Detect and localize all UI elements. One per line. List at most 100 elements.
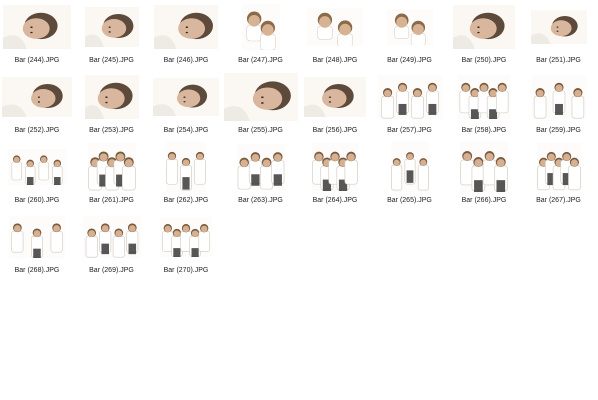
- file-name-label: Bar (259).JPG: [536, 127, 581, 134]
- file-name-label: Bar (256).JPG: [312, 127, 358, 134]
- portrait-photo: [530, 10, 587, 44]
- thumbnail-image[interactable]: [298, 70, 372, 124]
- file-name-label: Bar (269).JPG: [89, 267, 134, 274]
- group-photo: [377, 75, 442, 119]
- thumbnail-item[interactable]: Bar (267).JPG: [522, 140, 596, 210]
- thumbnail-image[interactable]: [75, 140, 149, 194]
- thumbnail-item[interactable]: Bar (253).JPG: [75, 70, 149, 140]
- thumbnail-image[interactable]: [373, 70, 447, 124]
- portrait-photo: [84, 75, 139, 119]
- thumbnail-image[interactable]: [373, 0, 447, 54]
- file-name-label: Bar (257).JPG: [387, 127, 432, 134]
- file-name-label: Bar (251).JPG: [536, 57, 581, 64]
- thumbnail-image[interactable]: [447, 0, 521, 54]
- thumbnail-image[interactable]: [224, 0, 298, 54]
- two-children-photo: [241, 4, 280, 50]
- thumbnail-item[interactable]: Bar (248).JPG: [298, 0, 372, 70]
- file-name-label: Bar (249).JPG: [387, 57, 432, 64]
- file-name-label: Bar (244).JPG: [14, 57, 60, 64]
- two-children-photo: [386, 9, 433, 45]
- thumbnail-image[interactable]: [149, 70, 223, 124]
- thumbnail-item[interactable]: Bar (255).JPG: [223, 70, 298, 140]
- thumbnail-image[interactable]: [149, 210, 223, 264]
- thumbnail-image[interactable]: [223, 70, 298, 124]
- thumbnail-item[interactable]: Bar (254).JPG: [149, 70, 223, 140]
- group-photo: [160, 217, 212, 257]
- file-name-label: Bar (263).JPG: [238, 197, 283, 204]
- thumbnail-image[interactable]: [75, 210, 149, 264]
- thumbnail-item[interactable]: Bar (246).JPG: [149, 0, 223, 70]
- thumbnail-image[interactable]: [447, 70, 521, 124]
- thumbnail-item[interactable]: Bar (245).JPG: [75, 0, 149, 70]
- group-photo: [9, 216, 65, 258]
- file-name-label: Bar (254).JPG: [163, 127, 209, 134]
- thumbnail-item[interactable]: Bar (251).JPG: [522, 0, 596, 70]
- thumbnail-item[interactable]: Bar (259).JPG: [522, 70, 596, 140]
- thumbnail-item[interactable]: Bar (262).JPG: [149, 140, 223, 210]
- thumbnail-image[interactable]: [522, 140, 596, 194]
- portrait-photo: [84, 7, 139, 47]
- thumbnail-item[interactable]: Bar (265).JPG: [373, 140, 447, 210]
- file-name-label: Bar (268).JPG: [14, 267, 60, 274]
- thumbnail-image[interactable]: [0, 0, 74, 54]
- thumbnail-image[interactable]: [447, 140, 521, 194]
- file-name-label: Bar (253).JPG: [89, 127, 134, 134]
- group-photo: [8, 149, 66, 185]
- group-photo: [166, 142, 206, 192]
- file-name-label: Bar (246).JPG: [163, 57, 209, 64]
- group-photo: [82, 216, 141, 258]
- thumbnail-item[interactable]: Bar (252).JPG: [0, 70, 74, 140]
- file-name-label: Bar (245).JPG: [89, 57, 134, 64]
- group-photo: [390, 142, 429, 192]
- thumbnail-item[interactable]: Bar (263).JPG: [224, 140, 298, 210]
- thumbnail-item[interactable]: Bar (261).JPG: [75, 140, 149, 210]
- thumbnail-item[interactable]: Bar (249).JPG: [373, 0, 447, 70]
- group-photo: [87, 143, 136, 191]
- file-name-label: Bar (255).JPG: [238, 127, 283, 134]
- thumbnail-image[interactable]: [75, 70, 149, 124]
- file-name-label: Bar (247).JPG: [238, 57, 283, 64]
- thumbnail-grid: Bar (244).JPG Bar (245).JPG Bar (246).JPG B…: [0, 0, 598, 400]
- thumbnail-image[interactable]: [0, 140, 74, 194]
- thumbnail-image[interactable]: [149, 140, 223, 194]
- thumbnail-item[interactable]: Bar (270).JPG: [149, 210, 223, 280]
- portrait-photo: [453, 5, 515, 49]
- thumbnail-item[interactable]: Bar (260).JPG: [0, 140, 74, 210]
- thumbnail-item[interactable]: Bar (266).JPG: [447, 140, 521, 210]
- thumbnail-item[interactable]: Bar (268).JPG: [0, 210, 74, 280]
- file-name-label: Bar (260).JPG: [14, 197, 60, 204]
- file-name-label: Bar (248).JPG: [312, 57, 358, 64]
- thumbnail-image[interactable]: [373, 140, 447, 194]
- file-name-label: Bar (266).JPG: [461, 197, 507, 204]
- thumbnail-item[interactable]: Bar (269).JPG: [75, 210, 149, 280]
- portrait-photo: [304, 77, 366, 117]
- two-children-photo: [307, 8, 363, 46]
- portrait-photo: [154, 5, 218, 49]
- thumbnail-image[interactable]: [298, 140, 372, 194]
- file-name-label: Bar (267).JPG: [536, 197, 581, 204]
- thumbnail-item[interactable]: Bar (257).JPG: [373, 70, 447, 140]
- thumbnail-image[interactable]: [522, 70, 596, 124]
- file-name-label: Bar (250).JPG: [461, 57, 507, 64]
- thumbnail-item[interactable]: Bar (258).JPG: [447, 70, 521, 140]
- thumbnail-image[interactable]: [75, 0, 149, 54]
- portrait-photo: [223, 73, 298, 121]
- thumbnail-item[interactable]: Bar (256).JPG: [298, 70, 372, 140]
- group-photo: [536, 143, 581, 191]
- thumbnail-item[interactable]: Bar (264).JPG: [298, 140, 372, 210]
- file-name-label: Bar (252).JPG: [14, 127, 60, 134]
- thumbnail-item[interactable]: Bar (244).JPG: [0, 0, 74, 70]
- group-photo: [460, 142, 508, 192]
- thumbnail-image[interactable]: [0, 210, 74, 264]
- group-photo: [312, 143, 358, 191]
- thumbnail-item[interactable]: Bar (247).JPG: [224, 0, 298, 70]
- file-name-label: Bar (265).JPG: [387, 197, 432, 204]
- thumbnail-image[interactable]: [522, 0, 596, 54]
- thumbnail-image[interactable]: [0, 70, 74, 124]
- thumbnail-item[interactable]: Bar (250).JPG: [447, 0, 521, 70]
- thumbnail-image[interactable]: [149, 0, 223, 54]
- file-name-label: Bar (261).JPG: [89, 197, 134, 204]
- portrait-photo: [3, 5, 71, 49]
- thumbnail-image[interactable]: [224, 140, 298, 194]
- thumbnail-image[interactable]: [298, 0, 372, 54]
